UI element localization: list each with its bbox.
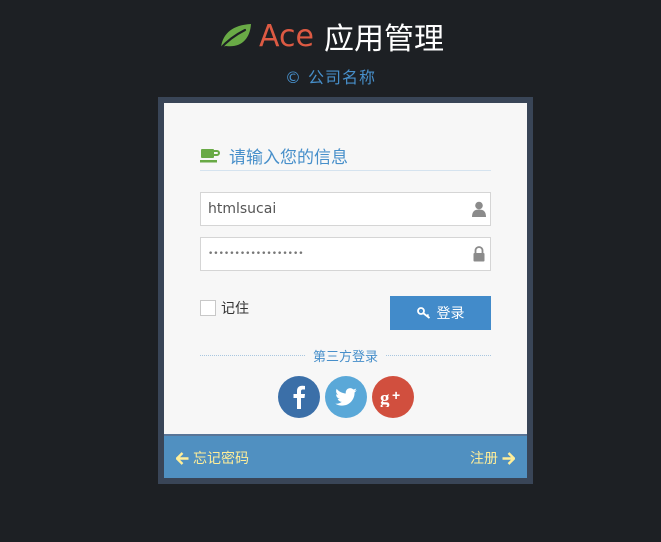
forgot-password-link[interactable]: 忘记密码 [176, 448, 249, 468]
twitter-button[interactable] [325, 376, 367, 418]
facebook-button[interactable] [278, 376, 320, 418]
company-name: © 公司名称 [284, 68, 377, 87]
key-icon [416, 307, 430, 319]
coffee-icon [200, 148, 220, 162]
user-icon [472, 201, 486, 217]
login-heading: 请输入您的信息 [229, 148, 348, 168]
password-input[interactable]: •••••••••••••••••• [208, 238, 304, 270]
google-plus-icon: g + [380, 387, 400, 407]
brand-title: Ace 应用管理 [0, 14, 661, 58]
divider-line-right [386, 354, 492, 356]
register-label: 注册 [470, 451, 498, 467]
svg-text:+: + [392, 387, 400, 403]
remember-label: 记住 [221, 301, 249, 317]
login-widget: 请输入您的信息 •••••••••••••••••• 记住 [164, 103, 527, 478]
forgot-password-label: 忘记密码 [193, 451, 249, 467]
login-box: 请输入您的信息 •••••••••••••••••• 记住 [158, 97, 533, 484]
brand-accent-text: Ace [259, 18, 314, 54]
lock-icon [473, 246, 485, 262]
arrow-left-icon [176, 451, 189, 465]
divider-line-left [200, 354, 305, 356]
third-party-divider: 第三方登录 [200, 348, 492, 365]
twitter-icon [335, 388, 357, 406]
arrow-right-icon [502, 451, 515, 465]
svg-text:g: g [380, 388, 390, 407]
username-field-wrap [200, 192, 491, 226]
login-button-label: 登录 [436, 305, 465, 321]
google-plus-button[interactable]: g + [372, 376, 414, 418]
login-footer: 忘记密码 注册 [164, 434, 527, 478]
login-header: 请输入您的信息 [200, 141, 491, 171]
facebook-icon [293, 385, 305, 409]
leaf-icon [218, 24, 252, 51]
third-party-label: 第三方登录 [313, 349, 379, 365]
login-button[interactable]: 登录 [390, 296, 491, 330]
social-login: g + [278, 376, 419, 418]
remember-me[interactable]: 记住 [200, 298, 249, 318]
remember-checkbox[interactable] [200, 300, 216, 316]
register-link[interactable]: 注册 [470, 448, 515, 468]
app-header: Ace 应用管理 © 公司名称 [0, 14, 661, 88]
brand-rest-text: 应用管理 [323, 22, 444, 57]
username-input[interactable] [201, 193, 461, 225]
password-field-wrap[interactable]: •••••••••••••••••• [200, 237, 491, 271]
